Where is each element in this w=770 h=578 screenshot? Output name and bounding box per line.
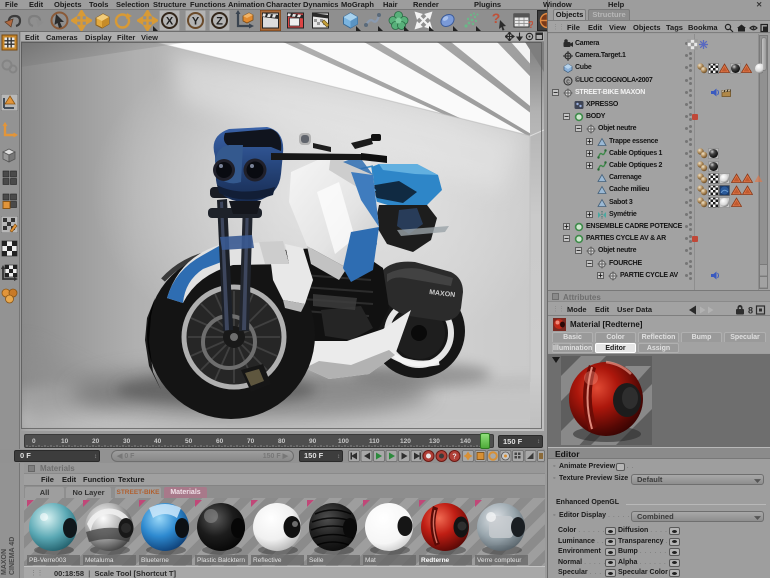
svg-text:20: 20: [92, 438, 100, 445]
svg-text:Metaluma: Metaluma: [85, 557, 114, 564]
svg-text:Redterne: Redterne: [421, 557, 450, 564]
svg-text:80: 80: [278, 438, 286, 445]
svg-text:120: 120: [400, 438, 411, 445]
svg-text:Mat: Mat: [365, 557, 376, 564]
svg-text:?: ?: [452, 454, 456, 461]
svg-text:Y: Y: [192, 16, 200, 28]
svg-text:60: 60: [216, 438, 224, 445]
svg-text:c: c: [566, 78, 570, 85]
svg-text:Selle: Selle: [309, 557, 324, 564]
svg-text:Blueterne: Blueterne: [141, 557, 169, 564]
svg-text:30: 30: [123, 438, 131, 445]
svg-text:130: 130: [429, 438, 440, 445]
svg-text:Reflective: Reflective: [253, 557, 282, 564]
svg-text:PB-Verre003: PB-Verre003: [29, 557, 67, 564]
svg-text:0: 0: [32, 438, 36, 445]
svg-text:X: X: [166, 16, 174, 28]
svg-text:?: ?: [492, 10, 501, 26]
svg-text:50: 50: [185, 438, 193, 445]
svg-text:?: ?: [528, 20, 533, 31]
svg-text:8: 8: [748, 306, 753, 316]
svg-text:Z: Z: [216, 16, 223, 28]
svg-text:140: 140: [460, 438, 471, 445]
svg-text:Verre compteur: Verre compteur: [477, 557, 522, 564]
svg-text:100: 100: [338, 438, 349, 445]
svg-text:110: 110: [369, 438, 380, 445]
svg-text:90: 90: [309, 438, 317, 445]
svg-text:70: 70: [247, 438, 255, 445]
svg-text:40: 40: [154, 438, 162, 445]
svg-text:Plastic Balcktern: Plastic Balcktern: [197, 557, 245, 564]
svg-text:10: 10: [61, 438, 69, 445]
